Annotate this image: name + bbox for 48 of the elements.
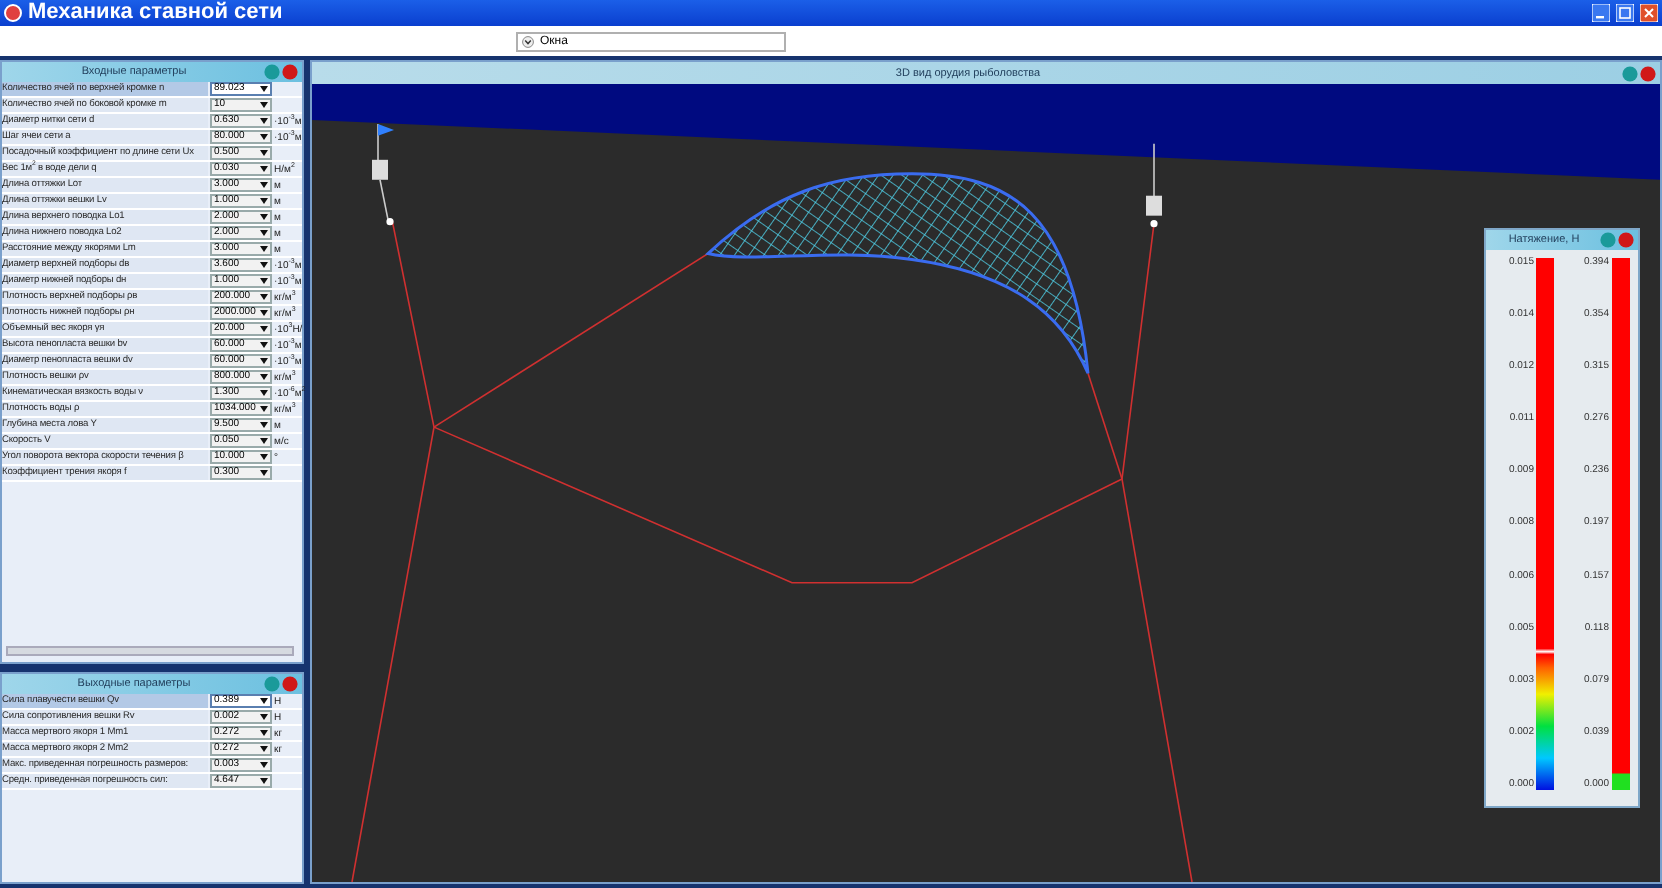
caret-icon [260,118,268,124]
caret-icon [260,454,268,460]
caret-icon [260,374,268,380]
caret-icon [260,198,268,204]
minimize-icon[interactable] [1600,232,1616,248]
caret-icon [260,278,268,284]
caret-icon [260,134,268,140]
caret-icon [260,166,268,172]
caret-icon [260,102,268,108]
caret-icon [260,358,268,364]
close-icon[interactable] [1640,65,1656,81]
caret-icon [260,310,268,316]
close-icon[interactable] [1618,232,1634,248]
caret-icon [260,150,268,156]
caret-icon [260,714,268,720]
caret-icon [260,230,268,236]
caret-icon [260,182,268,188]
close-icon[interactable] [282,64,298,80]
minimize-icon[interactable] [1622,65,1638,81]
caret-icon [260,470,268,476]
app-icon [4,4,22,22]
caret-icon [260,342,268,348]
close-icon[interactable] [1640,4,1658,22]
minimize-icon[interactable] [264,64,280,80]
close-icon[interactable] [282,676,298,692]
caret-icon [260,762,268,768]
maximize-icon[interactable] [1616,4,1634,22]
buoy-drawing [372,123,394,226]
chevron-icon [522,35,534,47]
caret-icon [260,214,268,220]
caret-icon [260,422,268,428]
caret-icon [260,326,268,332]
caret-icon [260,294,268,300]
caret-icon [260,746,268,752]
caret-icon [260,778,268,784]
caret-icon [260,438,268,444]
caret-icon [260,86,268,92]
minimize-icon[interactable] [1592,4,1610,22]
minimize-icon[interactable] [264,676,280,692]
caret-icon [260,730,268,736]
caret-icon [260,406,268,412]
caret-icon [260,698,268,704]
caret-icon [260,246,268,252]
buoy-drawing [1146,143,1162,228]
window-title: Механика ставной сети [28,0,285,26]
caret-icon [260,262,268,268]
scrollbar[interactable] [6,646,294,656]
caret-icon [260,390,268,396]
